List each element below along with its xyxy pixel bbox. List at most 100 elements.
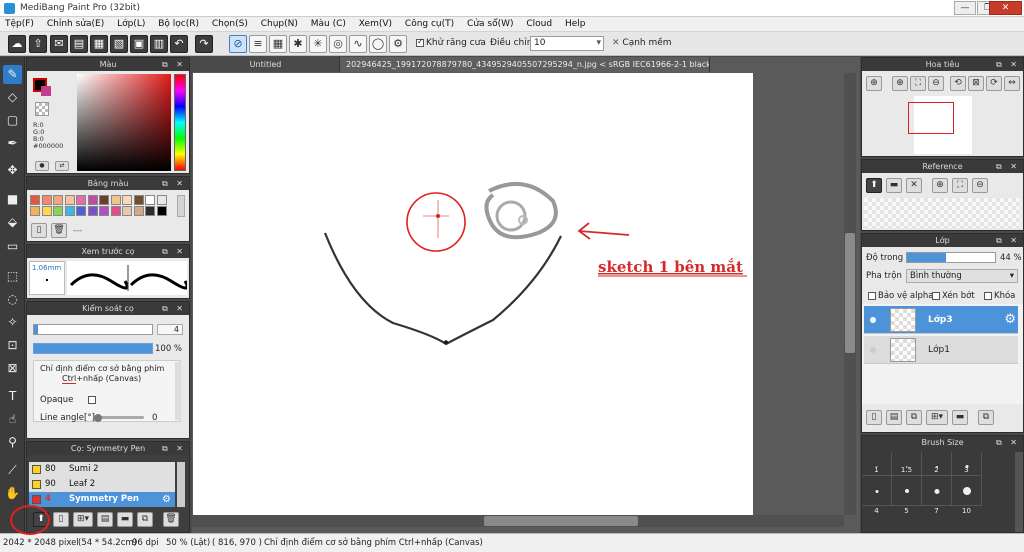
gradient-tool-icon[interactable]: ▭ bbox=[3, 237, 22, 256]
panel-controls-icon[interactable]: ⧉ ✕ bbox=[162, 177, 186, 190]
gear-icon[interactable]: ⚙ bbox=[162, 492, 171, 507]
palette-swatch[interactable] bbox=[110, 206, 121, 216]
slider-knob[interactable] bbox=[94, 413, 102, 422]
hand-tool-icon[interactable]: ✋ bbox=[3, 484, 22, 503]
menu-window[interactable]: Cửa sổ(W) bbox=[462, 17, 518, 32]
vanishing-snap-icon[interactable]: ✱ bbox=[289, 35, 307, 53]
folder-icon[interactable]: ▬ bbox=[952, 410, 968, 425]
palette-swatch[interactable] bbox=[53, 206, 63, 216]
palette-swatch[interactable] bbox=[122, 206, 132, 216]
circle-snap-icon[interactable]: ◎ bbox=[329, 35, 347, 53]
palette-swatch[interactable] bbox=[76, 195, 86, 205]
redo-icon[interactable]: ↷ bbox=[195, 35, 213, 53]
menu-snap[interactable]: Chụp(N) bbox=[256, 17, 303, 32]
lasso-tool-icon[interactable]: ◌ bbox=[3, 290, 22, 309]
blend-mode-select[interactable]: Bình thường ▾ bbox=[906, 269, 1018, 283]
eyedropper-tool-icon[interactable]: ⚲ bbox=[3, 433, 22, 452]
duplicate-icon[interactable]: ⧉ bbox=[137, 512, 153, 527]
menu-color[interactable]: Màu (C) bbox=[306, 17, 351, 32]
tab-untitled[interactable]: Untitled bbox=[192, 57, 340, 72]
rotate-right-icon[interactable]: ⟳ bbox=[986, 76, 1002, 91]
horizontal-scrollbar[interactable] bbox=[192, 515, 844, 527]
color-add-icon[interactable]: ● bbox=[35, 161, 49, 171]
palette-swatch[interactable] bbox=[145, 195, 155, 205]
document-icon[interactable]: ▦ bbox=[90, 35, 108, 53]
rotate-left-icon[interactable]: ⟲ bbox=[950, 76, 966, 91]
layer-row[interactable]: Lớp1 bbox=[864, 336, 1018, 364]
palette-swatch[interactable] bbox=[122, 195, 132, 205]
menu-file[interactable]: Tệp(F) bbox=[0, 17, 39, 32]
antialias-checkbox[interactable] bbox=[416, 37, 424, 47]
palette-swatch[interactable] bbox=[64, 206, 75, 216]
brush-size-cell[interactable]: 4 bbox=[862, 476, 892, 515]
cloud-upload-icon[interactable]: ⬆ bbox=[866, 178, 882, 193]
line-angle-slider[interactable] bbox=[94, 413, 144, 422]
duplicate-layer-icon[interactable]: ⧉ bbox=[906, 410, 922, 425]
palette-swatch[interactable] bbox=[99, 206, 109, 216]
vertical-scroll-thumb[interactable] bbox=[845, 233, 855, 353]
horizontal-scroll-thumb[interactable] bbox=[484, 516, 638, 526]
snap-off-icon[interactable]: ⊘ bbox=[229, 35, 247, 53]
opaque-checkbox[interactable] bbox=[88, 395, 96, 404]
palette-swatch[interactable] bbox=[30, 195, 40, 205]
panel-controls-icon[interactable]: ⧉ ✕ bbox=[162, 58, 186, 71]
brush-size-cell[interactable]: 1.5 bbox=[892, 452, 922, 476]
eraser-tool-icon[interactable]: ◇ bbox=[3, 88, 22, 107]
panel-controls-icon[interactable]: ⧉ ✕ bbox=[162, 442, 186, 455]
fit-view-icon[interactable]: ⛶ bbox=[910, 76, 926, 91]
radial-snap-icon[interactable]: ✳ bbox=[309, 35, 327, 53]
palette-swatch[interactable] bbox=[99, 195, 109, 205]
palette-swatch[interactable] bbox=[64, 195, 75, 205]
curve-snap-icon[interactable]: ∿ bbox=[349, 35, 367, 53]
navigator-viewport[interactable] bbox=[908, 102, 954, 134]
chat-icon[interactable]: ✉ bbox=[50, 35, 68, 53]
gear-icon[interactable]: ⚙ bbox=[1004, 312, 1016, 327]
menu-help[interactable]: Help bbox=[560, 17, 591, 32]
fit-view-icon[interactable]: ⛶ bbox=[952, 178, 968, 193]
grid-doc-icon[interactable]: ▧ bbox=[110, 35, 128, 53]
trash-icon[interactable]: 🗑 bbox=[51, 223, 67, 238]
snap-settings-icon[interactable]: ⚙ bbox=[389, 35, 407, 53]
palette-swatch[interactable] bbox=[76, 206, 86, 216]
palette-swatch[interactable] bbox=[87, 195, 98, 205]
layer-add-menu-icon[interactable]: ⊞▾ bbox=[926, 410, 948, 425]
close-button[interactable]: ✕ bbox=[989, 1, 1022, 15]
select-rect-tool-icon[interactable]: ⬚ bbox=[3, 267, 22, 286]
palette-swatch[interactable] bbox=[87, 206, 98, 216]
panel-controls-icon[interactable]: ⧉ ✕ bbox=[996, 160, 1020, 173]
palette-swatch[interactable] bbox=[53, 195, 63, 205]
zoom-in-icon[interactable]: ⊕ bbox=[866, 76, 882, 91]
ellipse-snap-icon[interactable]: ◯ bbox=[369, 35, 387, 53]
cloud-icon[interactable]: ☁ bbox=[8, 35, 26, 53]
lock-checkbox[interactable] bbox=[984, 291, 992, 300]
upload-icon[interactable]: ⇧ bbox=[29, 35, 47, 53]
text-tool-icon[interactable]: T bbox=[3, 387, 22, 406]
zoom-in-icon[interactable]: ⊕ bbox=[892, 76, 908, 91]
trash-icon[interactable]: 🗑 bbox=[163, 512, 179, 527]
drawing-canvas[interactable]: sketch 1 bên mắt bbox=[193, 73, 753, 515]
close-icon[interactable]: ✕ bbox=[906, 178, 922, 193]
clipping-toggle[interactable]: Xén bớt bbox=[932, 291, 975, 301]
bucket-tool-icon[interactable]: ⬙ bbox=[3, 213, 22, 232]
menu-view[interactable]: Xem(V) bbox=[354, 17, 397, 32]
magic-wand-tool-icon[interactable]: ✧ bbox=[3, 313, 22, 332]
brush-size-cell[interactable]: 3 bbox=[952, 452, 982, 476]
navigator-thumbnail[interactable] bbox=[908, 96, 972, 154]
merge-layer-icon[interactable]: ⧉ bbox=[978, 410, 994, 425]
panel-controls-icon[interactable]: ⧉ ✕ bbox=[996, 58, 1020, 71]
palette-scrollbar[interactable] bbox=[177, 195, 185, 217]
list-icon[interactable]: ▥ bbox=[150, 35, 168, 53]
layer-opacity-slider[interactable] bbox=[906, 252, 996, 263]
transparent-color-swatch[interactable] bbox=[35, 102, 49, 116]
background-color-swatch[interactable] bbox=[41, 86, 51, 96]
menu-cloud[interactable]: Cloud bbox=[521, 17, 557, 32]
brush-list-scrollbar[interactable] bbox=[177, 462, 185, 507]
fill-rect-tool-icon[interactable]: ■ bbox=[3, 190, 22, 209]
brush-item[interactable]: 80 Sumi 2 bbox=[29, 462, 175, 477]
brush-opacity-slider[interactable] bbox=[33, 343, 153, 354]
copy-layer-icon[interactable]: ▤ bbox=[886, 410, 902, 425]
operation-tool-icon[interactable]: ☝ bbox=[3, 410, 22, 429]
hue-slider[interactable] bbox=[174, 74, 186, 171]
brush-size-cell[interactable]: 1 bbox=[862, 452, 892, 476]
color-swap-icon[interactable]: ⇄ bbox=[55, 161, 69, 171]
